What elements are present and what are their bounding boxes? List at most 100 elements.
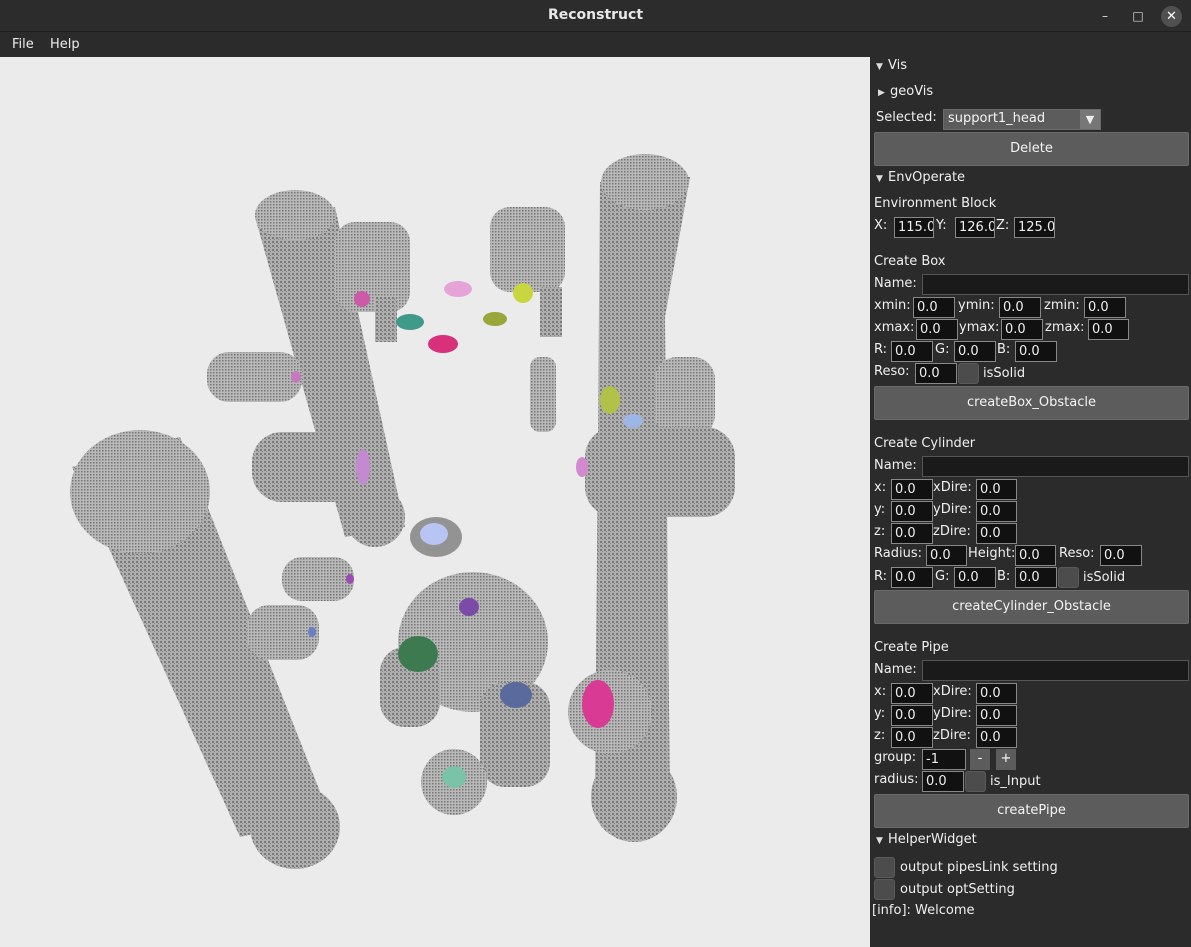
cyl-height-field[interactable]: 0.0 bbox=[1015, 545, 1056, 566]
create-cylinder-button[interactable]: createCylinder_Obstacle bbox=[874, 590, 1189, 624]
env-y-label: Y: bbox=[936, 218, 947, 233]
selected-label: Selected: bbox=[876, 110, 937, 125]
pipe-y-label: y: bbox=[874, 706, 886, 721]
env-y-field[interactable]: 126.0 bbox=[955, 217, 995, 238]
create-pipe-button[interactable]: createPipe bbox=[874, 794, 1189, 828]
box-g-label: G: bbox=[935, 342, 950, 357]
box-xmin-label: xmin: bbox=[874, 298, 911, 313]
cyl-zdir-label: zDire: bbox=[933, 524, 971, 539]
selected-combobox[interactable]: support1_head ▼ bbox=[943, 109, 1101, 130]
pipe-ydir-field[interactable]: 0.0 bbox=[976, 705, 1017, 726]
delete-button[interactable]: Delete bbox=[874, 132, 1189, 166]
box-r-field[interactable]: 0.0 bbox=[891, 341, 933, 362]
pipe-xdir-label: xDire: bbox=[933, 684, 972, 699]
title-bar: Reconstruct – □ ✕ bbox=[0, 0, 1191, 32]
pipe-y-field[interactable]: 0.0 bbox=[891, 705, 933, 726]
close-icon[interactable]: ✕ bbox=[1161, 6, 1182, 27]
minimize-icon[interactable]: – bbox=[1095, 6, 1115, 26]
pipe-radius-label: radius: bbox=[874, 772, 919, 787]
cyl-r-field[interactable]: 0.0 bbox=[891, 567, 933, 588]
pipe-z-label: z: bbox=[874, 728, 886, 743]
box-ymin-field[interactable]: 0.0 bbox=[999, 297, 1041, 318]
box-zmax-field[interactable]: 0.0 bbox=[1088, 319, 1129, 340]
cyl-height-label: Height: bbox=[968, 546, 1016, 561]
pipe-xdir-field[interactable]: 0.0 bbox=[976, 683, 1017, 704]
cyl-name-field[interactable] bbox=[922, 456, 1189, 477]
box-issolid-checkbox[interactable] bbox=[958, 363, 979, 384]
cyl-radius-field[interactable]: 0.0 bbox=[926, 545, 967, 566]
menu-bar: File Help bbox=[0, 32, 1191, 57]
group-decrement-button[interactable]: - bbox=[970, 749, 990, 770]
pipe-group-field[interactable]: -1 bbox=[922, 749, 966, 770]
menu-help[interactable]: Help bbox=[50, 37, 80, 52]
pipe-ydir-label: yDire: bbox=[933, 706, 972, 721]
box-reso-field[interactable]: 0.0 bbox=[915, 363, 957, 384]
collapse-arrow-icon: ▼ bbox=[876, 836, 883, 846]
pipe-name-field[interactable] bbox=[922, 660, 1189, 681]
maximize-icon[interactable]: □ bbox=[1128, 6, 1148, 26]
cyl-reso-field[interactable]: 0.0 bbox=[1100, 545, 1142, 566]
box-zmin-label: zmin: bbox=[1044, 298, 1080, 313]
pipe-radius-field[interactable]: 0.0 bbox=[922, 771, 964, 792]
menu-file[interactable]: File bbox=[12, 37, 34, 52]
box-g-field[interactable]: 0.0 bbox=[954, 341, 996, 362]
pipe-z-field[interactable]: 0.0 bbox=[891, 727, 933, 748]
box-b-label: B: bbox=[997, 342, 1011, 357]
cyl-radius-label: Radius: bbox=[874, 546, 922, 561]
environment-block-title: Environment Block bbox=[874, 196, 997, 211]
cyl-y-label: y: bbox=[874, 502, 886, 517]
create-cylinder-title: Create Cylinder bbox=[874, 436, 976, 451]
box-reso-label: Reso: bbox=[874, 364, 910, 379]
cyl-y-field[interactable]: 0.0 bbox=[891, 501, 933, 522]
cyl-ydir-label: yDire: bbox=[933, 502, 972, 517]
cyl-ydir-field[interactable]: 0.0 bbox=[976, 501, 1017, 522]
optsetting-checkbox[interactable] bbox=[874, 879, 895, 900]
cyl-b-label: B: bbox=[997, 569, 1011, 584]
box-ymax-field[interactable]: 0.0 bbox=[1001, 319, 1043, 340]
expand-arrow-icon: ▶ bbox=[878, 88, 885, 98]
pipe-zdir-label: zDire: bbox=[933, 728, 971, 743]
create-pipe-title: Create Pipe bbox=[874, 640, 949, 655]
group-increment-button[interactable]: + bbox=[996, 749, 1016, 770]
pipe-group-label: group: bbox=[874, 750, 917, 765]
box-zmin-field[interactable]: 0.0 bbox=[1084, 297, 1126, 318]
cyl-x-field[interactable]: 0.0 bbox=[891, 479, 933, 500]
cyl-g-field[interactable]: 0.0 bbox=[954, 567, 996, 588]
window-title: Reconstruct bbox=[547, 7, 644, 23]
pipe-zdir-field[interactable]: 0.0 bbox=[976, 727, 1017, 748]
pipe-isinput-checkbox[interactable] bbox=[965, 771, 986, 792]
box-name-field[interactable] bbox=[922, 274, 1189, 295]
helperwidget-header[interactable]: ▼ HelperWidget bbox=[876, 832, 977, 847]
optsetting-label: output optSetting bbox=[900, 882, 1015, 897]
cyl-r-label: R: bbox=[874, 569, 888, 584]
cyl-zdir-field[interactable]: 0.0 bbox=[976, 523, 1017, 544]
cyl-issolid-checkbox[interactable] bbox=[1058, 567, 1079, 588]
cyl-name-label: Name: bbox=[874, 458, 917, 473]
cyl-g-label: G: bbox=[935, 569, 950, 584]
cyl-xdir-field[interactable]: 0.0 bbox=[976, 479, 1017, 500]
control-panel: ▼ Vis ▶ geoVis Selected: support1_head ▼ D… bbox=[870, 57, 1191, 947]
pipe-x-label: x: bbox=[874, 684, 887, 699]
3d-viewport[interactable] bbox=[0, 57, 870, 947]
pipeslink-checkbox[interactable] bbox=[874, 857, 895, 878]
pipe-name-label: Name: bbox=[874, 662, 917, 677]
cyl-b-field[interactable]: 0.0 bbox=[1015, 567, 1057, 588]
env-z-field[interactable]: 125.0 bbox=[1014, 217, 1055, 238]
vis-header[interactable]: ▼ Vis bbox=[876, 58, 907, 73]
pipe-x-field[interactable]: 0.0 bbox=[891, 683, 933, 704]
cyl-z-field[interactable]: 0.0 bbox=[891, 523, 933, 544]
cyl-z-label: z: bbox=[874, 524, 886, 539]
scene-render bbox=[70, 154, 735, 869]
env-x-label: X: bbox=[874, 218, 888, 233]
box-xmax-field[interactable]: 0.0 bbox=[916, 319, 958, 340]
box-xmax-label: xmax: bbox=[874, 320, 915, 335]
cyl-reso-label: Reso: bbox=[1059, 546, 1095, 561]
pipe-isinput-label: is_Input bbox=[990, 774, 1041, 789]
create-box-button[interactable]: createBox_Obstacle bbox=[874, 386, 1189, 420]
box-issolid-label: isSolid bbox=[983, 366, 1026, 381]
box-xmin-field[interactable]: 0.0 bbox=[913, 297, 955, 318]
envoperate-header[interactable]: ▼ EnvOperate bbox=[876, 170, 965, 185]
geovis-header[interactable]: ▶ geoVis bbox=[878, 84, 933, 99]
env-x-field[interactable]: 115.0 bbox=[894, 217, 934, 238]
box-b-field[interactable]: 0.0 bbox=[1015, 341, 1057, 362]
